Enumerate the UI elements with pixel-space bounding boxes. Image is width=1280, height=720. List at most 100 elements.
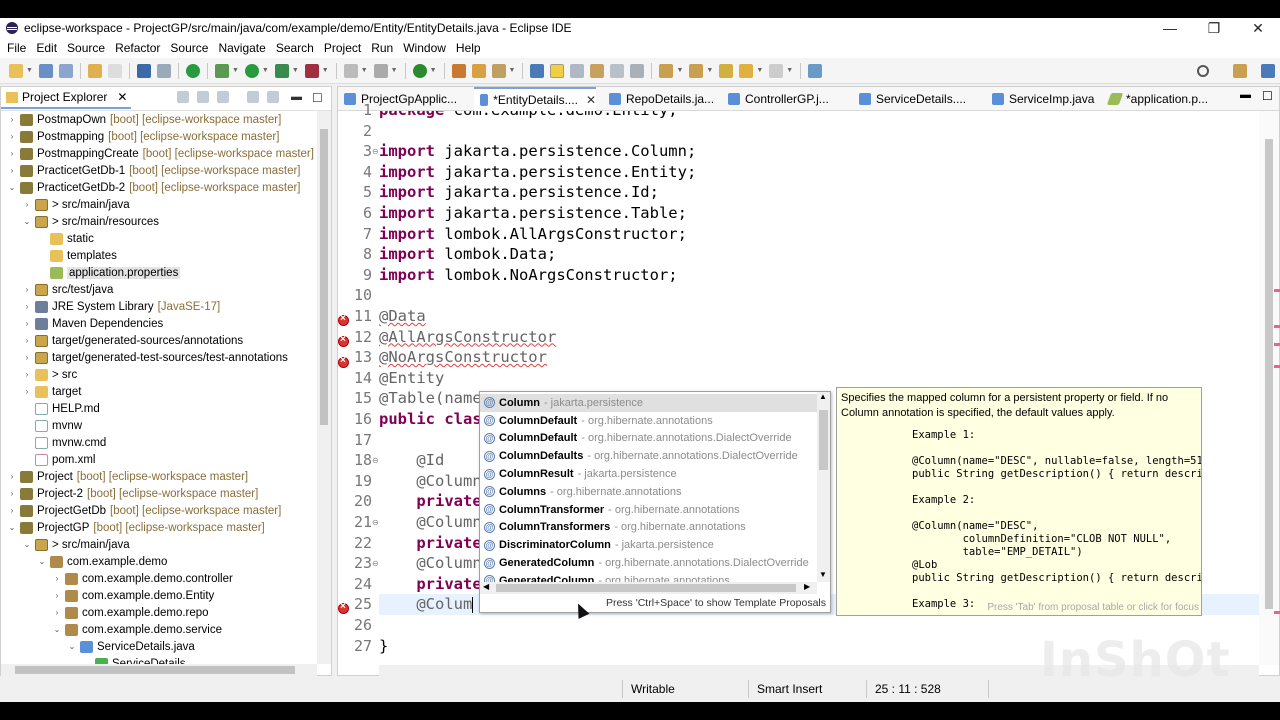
tree-item[interactable]: ⌄ ServiceDetails.java bbox=[1, 638, 317, 655]
tab-project-explorer[interactable]: Project Explorer ✕ bbox=[1, 87, 131, 109]
error-marker-icon[interactable] bbox=[338, 601, 349, 614]
twisty-icon[interactable]: › bbox=[7, 115, 17, 124]
tree-item[interactable]: ⌄ PracticetGetDb-2 [boot] [eclipse-workspa… bbox=[1, 179, 317, 196]
proposal-item[interactable]: @ ColumnDefaults - org.hibernate.annotatio… bbox=[480, 447, 817, 465]
new-java-icon[interactable] bbox=[412, 63, 427, 78]
next-annotation-icon[interactable] bbox=[659, 63, 674, 78]
external-tools-icon[interactable] bbox=[304, 63, 319, 78]
menu-search[interactable]: Search bbox=[272, 41, 318, 55]
scroll-down-icon[interactable]: ▼ bbox=[819, 570, 827, 579]
view-menu-icon[interactable] bbox=[247, 91, 259, 103]
open-type-icon[interactable] bbox=[451, 63, 466, 78]
twisty-icon[interactable]: › bbox=[22, 319, 32, 328]
error-marker-icon[interactable] bbox=[338, 313, 349, 326]
tree-item[interactable]: › Postmapping [boot] [eclipse-workspace ma… bbox=[1, 128, 317, 145]
tree-item[interactable]: › PracticetGetDb-1 [boot] [eclipse-workspa… bbox=[1, 162, 317, 179]
twisty-icon[interactable]: › bbox=[22, 302, 32, 311]
tree-item[interactable]: ServiceDetails bbox=[1, 655, 317, 664]
menu-window[interactable]: Window bbox=[399, 41, 450, 55]
search-icon[interactable] bbox=[1197, 64, 1209, 77]
tree-item[interactable]: › Maven Dependencies bbox=[1, 315, 317, 332]
filter-icon[interactable] bbox=[217, 91, 229, 103]
twisty-icon[interactable]: › bbox=[7, 166, 17, 175]
restore-button[interactable]: ❐ bbox=[1192, 18, 1236, 38]
fold-icon[interactable]: ⊖ bbox=[372, 147, 379, 156]
debug-icon[interactable] bbox=[214, 63, 229, 78]
tree-item[interactable]: › JRE System Library [JavaSE-17] bbox=[1, 298, 317, 315]
tree-item[interactable]: ⌄ > src/main/resources bbox=[1, 213, 317, 230]
twisty-icon[interactable]: ⌄ bbox=[22, 540, 32, 549]
menu-run[interactable]: Run bbox=[367, 41, 397, 55]
tree-item[interactable]: ⌄ > src/main/java bbox=[1, 536, 317, 553]
minimize-view-icon[interactable]: ▬ bbox=[291, 91, 302, 105]
proposal-hscroll[interactable]: ◀ ▶ bbox=[480, 582, 817, 594]
undo-icon[interactable] bbox=[87, 63, 102, 78]
menu-navigate[interactable]: Navigate bbox=[214, 41, 269, 55]
close-view-icon[interactable]: ✕ bbox=[117, 90, 127, 104]
last-edit-icon[interactable] bbox=[719, 63, 734, 78]
scroll-left-icon[interactable]: ◀ bbox=[483, 582, 489, 591]
explorer-hscroll[interactable] bbox=[1, 664, 317, 676]
save-icon[interactable] bbox=[38, 63, 53, 78]
explorer-vscroll[interactable] bbox=[317, 111, 331, 664]
proposal-item[interactable]: @ ColumnDefault - org.hibernate.annotation… bbox=[480, 412, 817, 430]
terminal-icon[interactable] bbox=[136, 63, 151, 78]
error-marker-icon[interactable] bbox=[338, 334, 349, 347]
tree-item[interactable]: › src/test/java bbox=[1, 281, 317, 298]
proposal-item[interactable]: @ ColumnDefault - org.hibernate.annotation… bbox=[480, 430, 817, 448]
back-icon[interactable] bbox=[739, 63, 754, 78]
new-icon[interactable] bbox=[9, 63, 23, 78]
open-perspective-icon[interactable] bbox=[1233, 63, 1247, 78]
prev-annotation-icon[interactable] bbox=[689, 63, 704, 78]
proposal-item[interactable]: @ ColumnResult - jakarta.persistence bbox=[480, 465, 817, 483]
menu-edit[interactable]: Edit bbox=[32, 41, 61, 55]
twisty-icon[interactable]: › bbox=[7, 149, 17, 158]
twisty-icon[interactable]: › bbox=[52, 608, 62, 617]
search-tool-icon[interactable] bbox=[491, 63, 506, 78]
twisty-icon[interactable]: › bbox=[22, 353, 32, 362]
fold-icon[interactable]: ⊖ bbox=[372, 518, 379, 527]
twisty-icon[interactable]: › bbox=[7, 489, 17, 498]
twisty-icon[interactable]: ⌄ bbox=[7, 183, 17, 192]
annotation-icon[interactable] bbox=[530, 63, 545, 78]
stop-icon[interactable] bbox=[343, 63, 358, 78]
close-tab-icon[interactable]: ✕ bbox=[586, 93, 596, 107]
tree-item[interactable]: templates bbox=[1, 247, 317, 264]
spring-boot-icon[interactable] bbox=[185, 63, 200, 78]
run-icon[interactable] bbox=[244, 63, 259, 78]
fold-icon[interactable]: ⊖ bbox=[372, 559, 379, 568]
build-icon[interactable] bbox=[373, 63, 388, 78]
tree-item[interactable]: ⌄ ProjectGP [boot] [eclipse-workspace mast… bbox=[1, 519, 317, 536]
twisty-icon[interactable]: › bbox=[22, 200, 32, 209]
javadoc-popup[interactable]: Specifies the mapped column for a persis… bbox=[836, 387, 1202, 616]
editor-tab[interactable]: ServiceDetails.... bbox=[853, 87, 979, 110]
menu-file[interactable]: File bbox=[3, 41, 30, 55]
menu-source[interactable]: Source bbox=[63, 41, 109, 55]
mark-occurrences-icon[interactable] bbox=[550, 63, 565, 78]
tree-item[interactable]: › Project [boot] [eclipse-workspace master… bbox=[1, 468, 317, 485]
tree-item[interactable]: › target/generated-sources/annotations bbox=[1, 332, 317, 349]
save-all-icon[interactable] bbox=[58, 63, 73, 78]
fold-icon[interactable]: ⊖ bbox=[372, 456, 379, 465]
pilcrow-icon[interactable] bbox=[630, 63, 645, 78]
tree-item[interactable]: › com.example.demo.controller bbox=[1, 570, 317, 587]
tree-item[interactable]: › Project-2 [boot] [eclipse-workspace mast… bbox=[1, 485, 317, 502]
twisty-icon[interactable]: › bbox=[7, 506, 17, 515]
twisty-icon[interactable]: ⌄ bbox=[67, 642, 77, 651]
tree-item[interactable]: ⌄ com.example.demo bbox=[1, 553, 317, 570]
twisty-icon[interactable]: › bbox=[22, 387, 32, 396]
menu-source-2[interactable]: Source bbox=[166, 41, 212, 55]
editor-tab[interactable]: *application.p... bbox=[1103, 87, 1233, 110]
tree-item[interactable]: › ProjectGetDb [boot] [eclipse-workspace m… bbox=[1, 502, 317, 519]
editor-vscroll[interactable] bbox=[1259, 111, 1280, 665]
twisty-icon[interactable]: › bbox=[22, 336, 32, 345]
proposal-item[interactable]: @ GeneratedColumn - org.hibernate.annotati… bbox=[480, 572, 817, 582]
proposal-vscroll[interactable]: ▲ ▼ bbox=[817, 392, 830, 582]
tree-item[interactable]: › PostmappingCreate [boot] [eclipse-worksp… bbox=[1, 145, 317, 162]
tree-item[interactable]: › target bbox=[1, 383, 317, 400]
word-wrap-icon[interactable] bbox=[590, 63, 605, 78]
twisty-icon[interactable]: › bbox=[22, 370, 32, 379]
twisty-icon[interactable]: ⌄ bbox=[7, 523, 17, 532]
editor-tab[interactable]: ControllerGP.j... bbox=[722, 87, 846, 110]
tree-item[interactable]: mvnw.cmd bbox=[1, 434, 317, 451]
